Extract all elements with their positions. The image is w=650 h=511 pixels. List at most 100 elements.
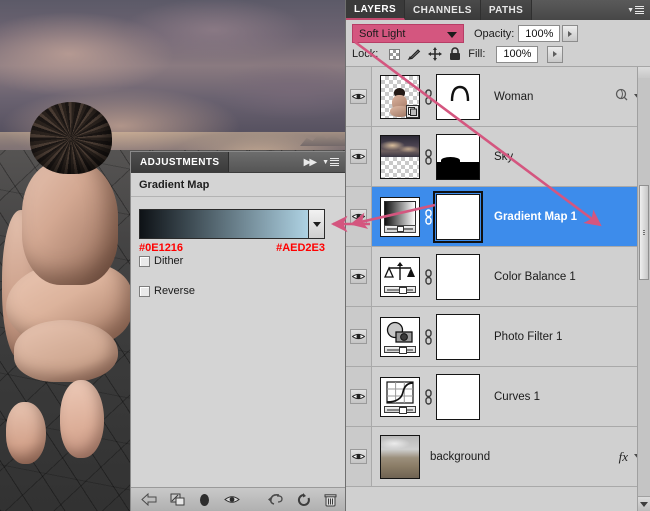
- scrollbar-thumb[interactable]: [639, 185, 649, 280]
- visibility-toggle-color-balance-1[interactable]: [346, 247, 372, 306]
- layer-mask-sky[interactable]: [436, 133, 480, 180]
- figure-foot-left: [6, 402, 46, 464]
- layer-name-woman[interactable]: Woman: [480, 91, 615, 103]
- panel-menu-icon[interactable]: ▼: [627, 4, 644, 16]
- opacity-input[interactable]: 100%: [518, 25, 561, 42]
- tab-layers[interactable]: LAYERS: [346, 0, 406, 20]
- layer-row-background[interactable]: background fx: [346, 427, 650, 487]
- layer-mask-woman[interactable]: [436, 73, 480, 120]
- fx-badge[interactable]: fx: [619, 449, 628, 465]
- tab-channels-label: CHANNELS: [413, 4, 472, 16]
- gradient-dropdown-button[interactable]: [308, 210, 324, 238]
- layer-name-curves-1[interactable]: Curves 1: [480, 391, 642, 403]
- tab-paths-label: PATHS: [488, 4, 524, 16]
- layer-mask-gradient-map-1[interactable]: [433, 190, 483, 243]
- opacity-stepper[interactable]: [562, 25, 579, 42]
- reverse-label: Reverse: [154, 285, 195, 297]
- gradient-swatch[interactable]: [140, 210, 308, 238]
- reverse-row[interactable]: Reverse: [139, 285, 337, 297]
- lock-all-icon[interactable]: [449, 47, 461, 61]
- layer-row-curves-1[interactable]: Curves 1: [346, 367, 650, 427]
- dither-checkbox[interactable]: [139, 255, 150, 267]
- layer-list[interactable]: Woman Sky Gradient Map 1 Color Balance 1…: [346, 66, 650, 511]
- adjustments-footer: [131, 487, 346, 511]
- gradient-map-preview: [384, 200, 416, 227]
- visibility-toggle-background[interactable]: [346, 427, 372, 486]
- layer-mask-link-icon[interactable]: [420, 268, 436, 285]
- visibility-toggle-gradient-map-1[interactable]: [346, 187, 372, 246]
- reverse-checkbox[interactable]: [139, 285, 150, 297]
- layer-mask-link-icon[interactable]: [420, 208, 436, 225]
- dither-row[interactable]: Dither: [139, 255, 337, 267]
- tab-layers-label: LAYERS: [354, 3, 397, 15]
- layer-row-sky[interactable]: Sky: [346, 127, 650, 187]
- panel-menu-icon[interactable]: ▼: [322, 156, 339, 168]
- chevron-down-icon: [447, 31, 457, 38]
- tab-paths[interactable]: PATHS: [480, 0, 533, 20]
- fill-stepper[interactable]: [547, 45, 564, 63]
- figure-shin: [14, 320, 118, 382]
- layers-scrollbar[interactable]: [637, 67, 650, 511]
- layer-mask-curves-1[interactable]: [436, 373, 480, 420]
- layer-thumbnails-woman: [372, 73, 480, 120]
- photo-filter-icon: [381, 317, 419, 356]
- blend-mode-dropdown[interactable]: Soft Light: [352, 24, 464, 43]
- layer-thumbnail-photo-filter-1[interactable]: [380, 316, 420, 357]
- delete-icon[interactable]: [324, 493, 337, 507]
- layer-thumbnail-color-balance-1[interactable]: [380, 256, 420, 297]
- layer-row-color-balance-1[interactable]: Color Balance 1: [346, 247, 650, 307]
- mask-toggle-icon[interactable]: [198, 493, 211, 507]
- layer-mask-link-icon[interactable]: [420, 88, 436, 105]
- layer-style-sphere-icon[interactable]: [615, 88, 628, 106]
- layer-row-photo-filter-1[interactable]: Photo Filter 1: [346, 307, 650, 367]
- double-chevron-right-icon[interactable]: ▶▶: [304, 157, 317, 168]
- layer-thumbnail-curves-1[interactable]: [380, 376, 420, 417]
- dither-label: Dither: [154, 255, 184, 267]
- visibility-toggle-curves-1[interactable]: [346, 367, 372, 426]
- fill-input[interactable]: 100%: [496, 45, 539, 63]
- layer-row-woman[interactable]: Woman: [346, 67, 650, 127]
- scrollbar-track[interactable]: [638, 67, 650, 495]
- layer-mask-link-icon[interactable]: [420, 328, 436, 345]
- lock-position-icon[interactable]: [428, 47, 443, 61]
- layer-thumbnail-woman[interactable]: [380, 74, 420, 119]
- layer-name-gradient-map-1[interactable]: Gradient Map 1: [480, 211, 642, 223]
- layer-row-gradient-map-1[interactable]: Gradient Map 1: [346, 187, 650, 247]
- layers-tabbar-actions: ▼: [532, 0, 650, 20]
- layer-mask-color-balance-1[interactable]: [436, 253, 480, 300]
- gradient-row: [139, 209, 337, 239]
- layer-mask-link-icon[interactable]: [420, 148, 436, 165]
- layer-mask-link-icon[interactable]: [420, 388, 436, 405]
- tab-channels[interactable]: CHANNELS: [405, 0, 481, 20]
- layer-thumbnail-background[interactable]: [380, 434, 420, 479]
- smart-object-badge-icon: [406, 104, 419, 118]
- color-balance-icon: [381, 257, 419, 296]
- lock-row: Lock: Fill: 100%: [352, 44, 644, 64]
- layer-thumbnail-gradient-map-1[interactable]: [380, 196, 420, 237]
- gradient-preset-picker[interactable]: [139, 209, 325, 239]
- visibility-toggle-woman[interactable]: [346, 67, 372, 126]
- layer-mask-photo-filter-1[interactable]: [436, 313, 480, 360]
- tab-adjustments[interactable]: ADJUSTMENTS: [131, 152, 230, 172]
- eye-icon: [350, 449, 367, 464]
- eye-icon: [350, 89, 367, 104]
- layer-name-sky[interactable]: Sky: [480, 151, 642, 163]
- preview-eye-icon[interactable]: [224, 494, 240, 505]
- layer-name-color-balance-1[interactable]: Color Balance 1: [480, 271, 642, 283]
- scrollbar-grip: [643, 230, 645, 235]
- layers-controls: Soft Light Opacity: 100% Lock: Fill: 100…: [346, 20, 650, 66]
- visibility-toggle-photo-filter-1[interactable]: [346, 307, 372, 366]
- sky-photo-thumb: [381, 135, 419, 157]
- clip-to-layer-icon[interactable]: [170, 493, 185, 506]
- lock-image-pixels-icon[interactable]: [407, 48, 421, 61]
- back-arrow-icon[interactable]: [141, 493, 157, 506]
- layer-name-photo-filter-1[interactable]: Photo Filter 1: [480, 331, 642, 343]
- lock-transparency-icon[interactable]: [389, 48, 401, 60]
- layer-name-background[interactable]: background: [420, 451, 619, 463]
- visibility-toggle-sky[interactable]: [346, 127, 372, 186]
- previous-state-icon[interactable]: [268, 493, 284, 506]
- adjustments-tabbar-actions: ▶▶ ▼: [229, 152, 345, 172]
- reset-icon[interactable]: [297, 492, 311, 507]
- layer-thumbnail-sky[interactable]: [380, 134, 420, 179]
- scroll-down-button[interactable]: [638, 496, 650, 511]
